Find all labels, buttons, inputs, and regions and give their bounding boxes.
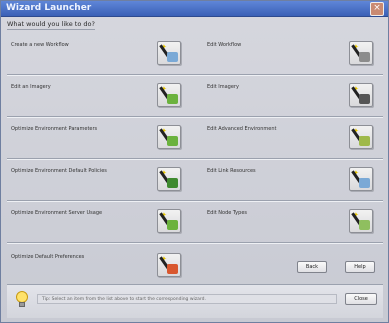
wizard-launcher-window: Wizard Launcher × What would you like to…	[0, 0, 389, 323]
status-bar: Tip: Select an item from the list above …	[7, 284, 383, 318]
imagery-icon	[167, 94, 178, 104]
item-label: Optimize Environment Parameters	[11, 126, 98, 132]
wizard-button-edit-an-imagery[interactable]: ✦	[157, 83, 181, 107]
wizard-button-edit-advanced-environment[interactable]: ✦	[349, 125, 373, 149]
environment-icon	[359, 136, 370, 146]
wizard-button-edit-link-resources[interactable]: ✦	[349, 167, 373, 191]
title-bar: Wizard Launcher ×	[1, 1, 388, 17]
item-label: Create a new Workflow	[11, 42, 69, 48]
environment-icon	[167, 136, 178, 146]
link-icon	[359, 178, 370, 188]
divider	[7, 74, 383, 76]
item-label: Optimize Environment Server Usage	[11, 210, 103, 216]
close-window-icon[interactable]: ×	[370, 2, 384, 16]
item-label: Edit Imagery	[207, 84, 239, 90]
wizard-button-create-workflow[interactable]: ✦	[157, 41, 181, 65]
wizard-button-optimize-server-usage[interactable]: ✦	[157, 209, 181, 233]
wizard-button-optimize-default-policies[interactable]: ✦	[157, 167, 181, 191]
help-button[interactable]: Help	[345, 261, 375, 273]
item-label: Edit Link Resources	[207, 168, 256, 174]
item-label: Edit Workflow	[207, 42, 242, 48]
wizard-button-edit-node-types[interactable]: ✦	[349, 209, 373, 233]
prompt: What would you like to do?	[7, 19, 377, 30]
item-label: Edit Advanced Environment	[207, 126, 277, 132]
wizard-button-optimize-environment-parameters[interactable]: ✦	[157, 125, 181, 149]
workflow-icon	[359, 52, 370, 62]
wizard-button-optimize-default-preferences[interactable]: ✦	[157, 253, 181, 277]
wizard-button-edit-workflow[interactable]: ✦	[349, 41, 373, 65]
node-icon	[359, 220, 370, 230]
back-button[interactable]: Back	[297, 261, 327, 273]
item-label: Edit Node Types	[207, 210, 247, 216]
preferences-icon	[167, 264, 178, 274]
item-label: Optimize Default Preferences	[11, 254, 85, 260]
imagery-icon	[359, 94, 370, 104]
wizard-button-edit-imagery[interactable]: ✦	[349, 83, 373, 107]
close-button[interactable]: Close	[345, 293, 377, 305]
item-label: Optimize Environment Default Policies	[11, 168, 107, 174]
lightbulb-icon	[16, 291, 28, 309]
item-label: Edit an Imagery	[11, 84, 51, 90]
divider	[7, 158, 383, 160]
workflow-icon	[167, 52, 178, 62]
window-title: Wizard Launcher	[6, 3, 92, 13]
divider	[7, 200, 383, 202]
tip-text: Tip: Select an item from the list above …	[37, 294, 337, 304]
policy-icon	[167, 178, 178, 188]
divider	[7, 116, 383, 118]
divider	[7, 242, 383, 244]
server-icon	[167, 220, 178, 230]
prompt-text: What would you like to do?	[7, 20, 95, 30]
